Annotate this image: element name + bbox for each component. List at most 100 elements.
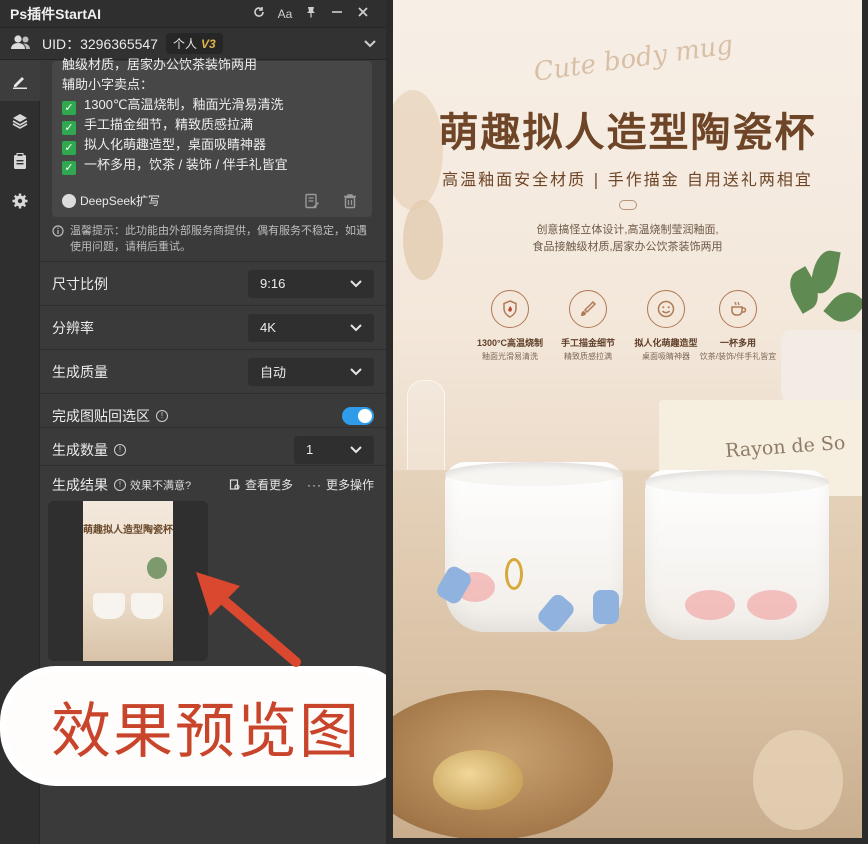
feature-item: 手工描金细节 精致质感拉满 — [543, 290, 633, 362]
aspect-ratio-value: 9:16 — [260, 276, 286, 291]
poster-desc-line: 创意搞怪立体设计,高温烧制莹润釉面, — [536, 224, 719, 236]
results-text: 生成结果 — [52, 476, 108, 493]
notes-edit-icon[interactable] — [304, 193, 320, 209]
view-more-button[interactable]: 查看更多 — [229, 476, 293, 493]
card-tools — [304, 193, 358, 209]
gear-icon — [12, 193, 28, 209]
paste-back-toggle[interactable] — [342, 406, 374, 425]
version-badge: V3 — [201, 37, 216, 51]
resolution-label: 分辨率 — [52, 319, 94, 336]
ornament-divider — [619, 200, 637, 210]
info-icon — [52, 225, 64, 237]
thumb-cups — [91, 593, 165, 623]
view-more-label: 查看更多 — [244, 478, 293, 492]
aspect-ratio-row: 尺寸比例 9:16 — [40, 261, 386, 305]
copy-card: 触级材质，居家办公饮茶装饰两用 辅助小字卖点： ✓ 1300℃高温烧制，釉面光滑易… — [52, 57, 372, 217]
count-text: 生成数量 — [52, 441, 108, 458]
plan-badge: 个人 V3 — [165, 33, 223, 54]
quality-row: 生成质量 自动 — [40, 349, 386, 393]
checkbox-icon[interactable]: ✓ — [62, 161, 76, 175]
font-size-icon[interactable]: Aa — [272, 7, 298, 21]
feature-sub: 釉面光滑易清洗 — [482, 352, 538, 361]
close-icon[interactable] — [350, 6, 376, 21]
user-id: UID：3296365547 — [42, 35, 158, 52]
poster-title: 萌趣拟人造型陶瓷杯 — [438, 109, 817, 156]
count-select[interactable]: 1 — [294, 435, 374, 464]
plugin-panel: Ps插件StartAI Aa UID：3296365547 个人 V3 触级材质… — [0, 0, 386, 844]
pin-icon[interactable] — [298, 6, 324, 21]
thumb-plant — [147, 557, 167, 579]
quality-value: 自动 — [260, 365, 287, 380]
more-ops-button[interactable]: ··· 更多操作 — [307, 476, 374, 493]
quality-select[interactable]: 自动 — [248, 357, 374, 386]
result-thumbnail-frame[interactable]: 萌趣拟人造型陶瓷杯 — [48, 501, 208, 661]
more-ops-label: 更多操作 — [325, 478, 374, 492]
warning-tip: 温馨提示：此功能由外部服务商提供，偶有服务不稳定，如遇使用问题，请稍后重试。 — [52, 223, 374, 255]
info-icon[interactable]: ! — [114, 478, 126, 491]
info-icon[interactable]: ! — [156, 409, 168, 422]
preview-callout: 效果预览图 — [6, 672, 386, 780]
smile-icon — [647, 290, 685, 328]
poster-subtitle: 高温釉面安全材质 | 手作描金 自用送礼两相宜 — [442, 170, 813, 189]
results-label: 生成结果! 效果不满意? — [52, 475, 191, 495]
deepseek-expand-button[interactable]: DeepSeek扩写 — [62, 192, 160, 209]
quality-label: 生成质量 — [52, 363, 108, 380]
sidebar-item-settings[interactable] — [0, 181, 40, 221]
poster-description: 创意搞怪立体设计,高温烧制莹润釉面, 食品接触级材质,居家办公饮茶装饰两用 — [393, 222, 862, 256]
result-thumbnail[interactable]: 萌趣拟人造型陶瓷杯 — [83, 501, 173, 661]
aspect-ratio-label: 尺寸比例 — [52, 275, 108, 292]
checkbox-icon[interactable]: ✓ — [62, 141, 76, 155]
feature-sub: 精致质感拉满 — [564, 352, 612, 361]
sidebar-item-clipboard[interactable] — [0, 141, 40, 181]
chevron-down-icon — [350, 367, 362, 375]
resolution-row: 分辨率 4K — [40, 305, 386, 349]
paste-back-label: 完成图贴回选区! — [52, 406, 168, 426]
plan-label: 个人 — [172, 37, 197, 51]
chevron-down-icon[interactable] — [364, 36, 376, 51]
card-cut-line: 触级材质，居家办公饮茶装饰两用 — [62, 57, 258, 72]
poster-desc-line: 食品接触级材质,居家办公饮茶装饰两用 — [532, 241, 723, 253]
card-point-text: 手工描金细节，精致质感拉满 — [84, 117, 254, 132]
refresh-icon[interactable] — [246, 6, 272, 21]
document-search-icon — [229, 478, 240, 490]
minimize-icon[interactable] — [324, 6, 350, 21]
checkbox-icon[interactable]: ✓ — [62, 101, 76, 115]
paste-back-text: 完成图贴回选区 — [52, 407, 150, 424]
chevron-down-icon — [350, 323, 362, 331]
card-point: ✓ 拟人化萌趣造型，桌面吸睛神器 — [62, 135, 362, 155]
sidebar-item-layers[interactable] — [0, 101, 40, 141]
checkbox-icon[interactable]: ✓ — [62, 121, 76, 135]
deepseek-label: DeepSeek扩写 — [80, 194, 161, 208]
tip-text: 温馨提示：此功能由外部服务商提供，偶有服务不稳定，如遇使用问题，请稍后重试。 — [70, 225, 367, 253]
card-point: ✓ 一杯多用，饮茶 / 装饰 / 伴手礼皆宜 — [62, 155, 362, 175]
ceramic-cup-right — [645, 470, 829, 640]
brush-icon — [569, 290, 607, 328]
feature-title: 一杯多用 — [719, 338, 756, 348]
feature-title: 1300°C高温烧制 — [476, 338, 544, 348]
info-icon[interactable]: ! — [114, 443, 126, 456]
feature-sub: 饮茶/装饰/伴手礼皆宜 — [699, 352, 777, 361]
feature-title: 手工描金细节 — [560, 338, 615, 348]
sidebar-item-edit[interactable] — [0, 61, 40, 101]
deepseek-icon — [62, 193, 76, 208]
unsatisfied-link[interactable]: 效果不满意? — [130, 477, 191, 493]
ellipsis-icon: ··· — [306, 477, 322, 492]
edit-icon — [13, 77, 27, 89]
cup-icon — [719, 290, 757, 328]
chevron-down-icon — [350, 445, 362, 453]
window-title: Ps插件StartAI — [10, 5, 102, 22]
trash-icon[interactable] — [342, 193, 358, 209]
book-title: Rayon de So — [724, 431, 847, 463]
clipboard-icon — [14, 153, 26, 169]
users-icon — [10, 34, 32, 53]
card-point: ✓ 1300℃高温烧制，釉面光滑易清洗 — [62, 95, 362, 115]
aspect-ratio-select[interactable]: 9:16 — [248, 269, 374, 298]
resolution-select[interactable]: 4K — [248, 313, 374, 342]
count-value: 1 — [306, 442, 314, 457]
generated-poster-preview: Rayon de So Cute body mug 萌趣拟人造型陶瓷杯 高温釉面… — [393, 0, 862, 838]
resolution-value: 4K — [260, 320, 276, 335]
card-point-text: 1300℃高温烧制，釉面光滑易清洗 — [84, 97, 284, 112]
chevron-down-icon — [350, 279, 362, 287]
feature-item: 一杯多用 饮茶/装饰/伴手礼皆宜 — [693, 290, 783, 362]
card-point-text: 一杯多用，饮茶 / 装饰 / 伴手礼皆宜 — [84, 157, 288, 172]
